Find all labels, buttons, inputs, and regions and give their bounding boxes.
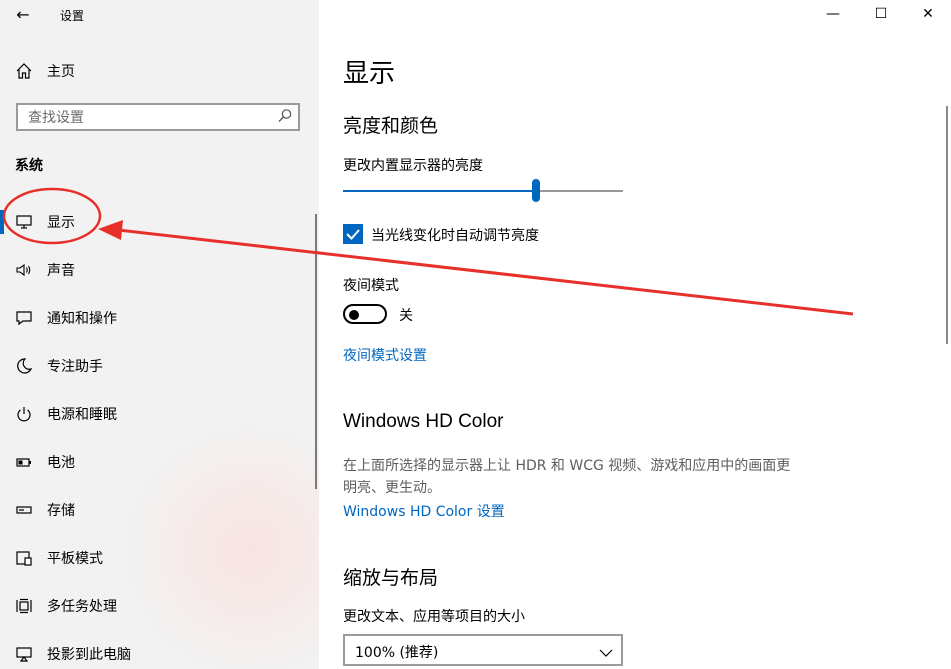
scale-label: 更改文本、应用等项目的大小 [343,609,525,625]
window-title: 设置 [60,9,85,23]
minimize-button[interactable]: — [810,0,856,30]
hd-color-description: 在上面所选择的显示器上让 HDR 和 WCG 视频、游戏和应用中的画面更明亮、更… [343,458,791,496]
scale-layout-heading: 缩放与布局 [343,567,439,589]
storage-icon [15,501,33,519]
battery-icon [15,453,33,471]
sidebar-item-power-sleep[interactable]: 电源和睡眠 [0,390,319,438]
sidebar-item-label: 显示 [47,215,75,231]
sidebar-item-tablet-mode[interactable]: 平板模式 [0,534,319,582]
multitask-icon [15,597,33,615]
hd-color-settings-link[interactable]: Windows HD Color 设置 [343,501,505,521]
search-icon[interactable] [276,107,294,125]
brightness-slider-fill [343,190,537,192]
scale-dropdown-value: 100% (推荐) [355,645,439,661]
search-box[interactable] [16,103,300,131]
page-title: 显示 [343,59,396,89]
brightness-slider[interactable] [343,179,623,202]
sidebar-scrollbar[interactable] [315,214,317,489]
title-bar: ← 设置 [0,0,319,30]
sidebar-item-label: 电源和睡眠 [47,407,117,423]
monitor-icon [15,213,33,231]
tablet-icon [15,549,33,567]
back-button[interactable]: ← [10,3,36,27]
system-nav-list: 显示 声音 通知和操作 专注助手 电源和睡眠 电池 存储 平板模式 多任务处理 … [0,198,319,669]
toggle-knob [349,310,359,320]
sidebar-item-label: 平板模式 [47,551,103,567]
auto-brightness-label: 当光线变化时自动调节亮度 [371,228,539,244]
checkmark-icon [346,229,360,240]
brightness-slider-label: 更改内置显示器的亮度 [343,158,483,174]
home-icon [15,62,33,80]
sidebar-item-label: 电池 [47,455,75,471]
minimize-icon: — [826,6,840,22]
sidebar-item-label: 通知和操作 [47,311,117,327]
sidebar-item-label: 投影到此电脑 [47,647,131,663]
sidebar-item-notifications[interactable]: 通知和操作 [0,294,319,342]
speaker-icon [15,261,33,279]
scale-dropdown[interactable]: 100% (推荐) [343,634,623,666]
brightness-color-heading: 亮度和颜色 [343,115,439,137]
sidebar-item-label: 多任务处理 [47,599,117,615]
main-scrollbar[interactable] [946,106,948,344]
night-mode-state: 关 [399,308,413,324]
sidebar-item-storage[interactable]: 存储 [0,486,319,534]
sidebar-item-display[interactable]: 显示 [0,198,319,246]
back-arrow-icon: ← [16,5,30,24]
sidebar-item-home[interactable]: 主页 [0,56,319,86]
night-mode-toggle[interactable] [343,304,387,324]
auto-brightness-checkbox[interactable] [343,224,363,244]
section-title: 系统 [15,158,43,174]
sidebar-item-battery[interactable]: 电池 [0,438,319,486]
sidebar-item-multitasking[interactable]: 多任务处理 [0,582,319,630]
settings-sidebar: ← 设置 主页 系统 显示 声音 [0,0,319,669]
brightness-slider-thumb[interactable] [532,179,541,202]
night-mode-label: 夜间模式 [343,278,399,294]
close-button[interactable]: ✕ [905,0,951,30]
project-icon [15,645,33,663]
moon-icon [15,357,33,375]
maximize-button[interactable]: ☐ [858,0,904,30]
display-settings-page: 显示 亮度和颜色 更改内置显示器的亮度 当光线变化时自动调节亮度 夜间模式 关 … [319,0,951,669]
close-icon: ✕ [922,6,934,22]
sidebar-item-focus-assist[interactable]: 专注助手 [0,342,319,390]
sidebar-item-project-to-pc[interactable]: 投影到此电脑 [0,630,319,669]
hd-color-heading: Windows HD Color [343,411,504,432]
power-icon [15,405,33,423]
search-input[interactable] [26,108,270,128]
sidebar-item-label: 声音 [47,263,75,279]
night-mode-settings-link[interactable]: 夜间模式设置 [343,345,427,365]
maximize-icon: ☐ [874,6,888,22]
notification-icon [15,309,33,327]
sidebar-item-label: 主页 [47,64,75,80]
chevron-down-icon [599,644,613,657]
sidebar-item-sound[interactable]: 声音 [0,246,319,294]
sidebar-item-label: 专注助手 [47,359,103,375]
sidebar-item-label: 存储 [47,503,75,519]
